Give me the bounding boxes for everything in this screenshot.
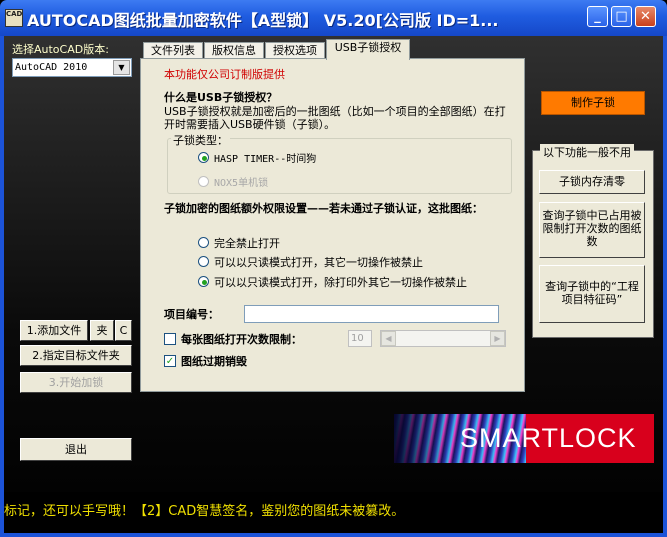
add-file-button[interactable]: 1.添加文件 (20, 320, 88, 341)
radio-forbid-open-label[interactable]: 完全禁止打开 (214, 235, 280, 251)
project-number-input[interactable] (244, 305, 499, 323)
add-folder-button[interactable]: 夹 (90, 320, 114, 341)
version-label: 选择AutoCAD版本: (12, 43, 109, 56)
tab-auth-options[interactable]: 授权选项 (265, 42, 325, 59)
project-number-label: 项目编号： (164, 308, 219, 321)
exit-button[interactable]: 退出 (20, 438, 132, 461)
target-folder-button[interactable]: 2.指定目标文件夹 (20, 345, 132, 366)
make-sublock-button[interactable]: 制作子锁 (541, 91, 645, 115)
radio-nox5-label[interactable]: NOX5单机锁 (214, 174, 268, 189)
permission-heading: 子锁加密的图纸额外权限设置——若未通过子锁认证，这批图纸： (164, 202, 483, 215)
tab-file-list[interactable]: 文件列表 (143, 42, 203, 59)
expire-destroy-checkbox[interactable]: ✓ (164, 355, 176, 367)
query-open-count-button[interactable]: 查询子锁中已占用被限制打开次数的图纸数 (539, 202, 645, 258)
edition-note: 本功能仅公司订制版提供 (164, 68, 285, 81)
close-button[interactable]: ✕ (635, 6, 656, 27)
start-lock-button[interactable]: 3.开始加锁 (20, 372, 132, 393)
logo-text: SMARTLOCK (460, 423, 637, 453)
radio-forbid-open[interactable] (198, 237, 209, 248)
radio-hasp-timer-label[interactable]: HASP TIMER--时间狗 (214, 150, 316, 165)
radio-nox5[interactable] (198, 176, 209, 187)
arrow-left-icon[interactable]: ◀ (381, 331, 396, 346)
window-frame-bottom (0, 533, 667, 537)
open-limit-label[interactable]: 每张图纸打开次数限制： (181, 331, 302, 347)
usb-question-heading: 什么是USB子锁授权？ (164, 91, 278, 104)
usb-description: USB子锁授权就是加密后的一批图纸（比如一个项目的全部图纸）在打开时需要插入US… (164, 105, 506, 131)
tab-copyright-info[interactable]: 版权信息 (204, 42, 264, 59)
radio-readonly-print[interactable] (198, 276, 209, 287)
advanced-functions-label: 以下功能一般不用 (540, 144, 634, 160)
radio-hasp-timer[interactable] (198, 152, 209, 163)
query-project-code-button[interactable]: 查询子锁中的“工程项目特征码” (539, 265, 645, 323)
clear-sublock-memory-button[interactable]: 子锁内存清零 (539, 170, 645, 194)
marquee-text: 标记，还可以手写哦！【2】CAD智慧签名，鉴别您的图纸未被篡改。 (4, 504, 405, 519)
maximize-button[interactable]: □ (611, 6, 632, 27)
minimize-button[interactable]: _ (587, 6, 608, 27)
radio-readonly-all-label[interactable]: 可以以只读模式打开，其它一切操作被禁止 (214, 254, 423, 270)
expire-destroy-label[interactable]: 图纸过期销毁 (181, 353, 247, 369)
radio-readonly-all[interactable] (198, 256, 209, 267)
arrow-right-icon[interactable]: ▶ (490, 331, 505, 346)
tab-usb-sublock[interactable]: USB子锁授权 (326, 39, 410, 60)
open-limit-checkbox[interactable] (164, 333, 176, 345)
radio-readonly-print-label[interactable]: 可以以只读模式打开，除打印外其它一切操作被禁止 (214, 274, 467, 290)
window-title: AUTOCAD图纸批量加密软件【A型锁】 V5.20[公司版 ID=1... (27, 11, 499, 29)
clear-list-button[interactable]: C (115, 320, 132, 341)
smartlock-logo: SMARTLOCK (394, 414, 654, 463)
open-limit-value[interactable]: 10 (348, 330, 372, 347)
sublock-type-label: 子锁类型： (171, 132, 230, 148)
chevron-down-icon[interactable]: ▼ (113, 60, 130, 75)
window-frame-right (663, 36, 667, 537)
open-limit-slider[interactable] (380, 330, 506, 347)
app-icon[interactable]: CAD (5, 9, 23, 27)
